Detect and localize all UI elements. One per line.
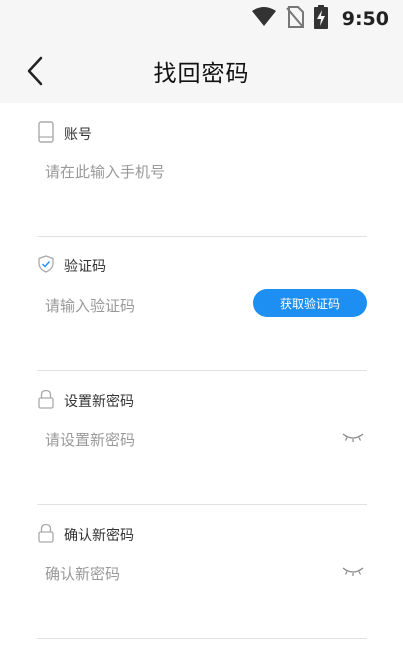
account-label-row: 账号 [37,121,92,147]
new-password-label: 设置新密码 [64,394,134,410]
get-code-button[interactable]: 获取验证码 [253,289,367,317]
confirm-password-section: 确认新密码 [37,505,367,639]
shield-check-icon [37,255,55,277]
new-password-label-row: 设置新密码 [37,389,134,413]
no-sim-icon [285,6,304,32]
eye-closed-icon [342,567,364,576]
new-password-section: 设置新密码 [37,371,367,505]
status-bar: 9:50 [0,0,403,38]
confirm-password-label-row: 确认新密码 [37,523,134,547]
new-password-input[interactable] [45,425,325,455]
lock-icon [37,523,55,547]
status-time: 9:50 [341,8,389,30]
account-section: 账号 [37,103,367,237]
eye-closed-icon [342,433,364,442]
page-title: 找回密码 [153,61,250,87]
account-label: 账号 [64,127,92,143]
new-password-visibility-toggle[interactable] [341,427,365,447]
code-label: 验证码 [64,259,106,275]
battery-charging-icon [313,5,328,33]
app-header: 找回密码 [0,38,403,103]
code-input[interactable] [45,291,235,321]
phone-icon [37,121,55,147]
wifi-icon [251,7,276,31]
confirm-password-input[interactable] [45,559,325,589]
confirm-password-label: 确认新密码 [64,528,134,544]
code-label-row: 验证码 [37,255,106,277]
code-section: 验证码 获取验证码 [37,237,367,371]
confirm-password-visibility-toggle[interactable] [341,561,365,581]
phone-input[interactable] [45,157,325,187]
lock-icon [37,389,55,413]
